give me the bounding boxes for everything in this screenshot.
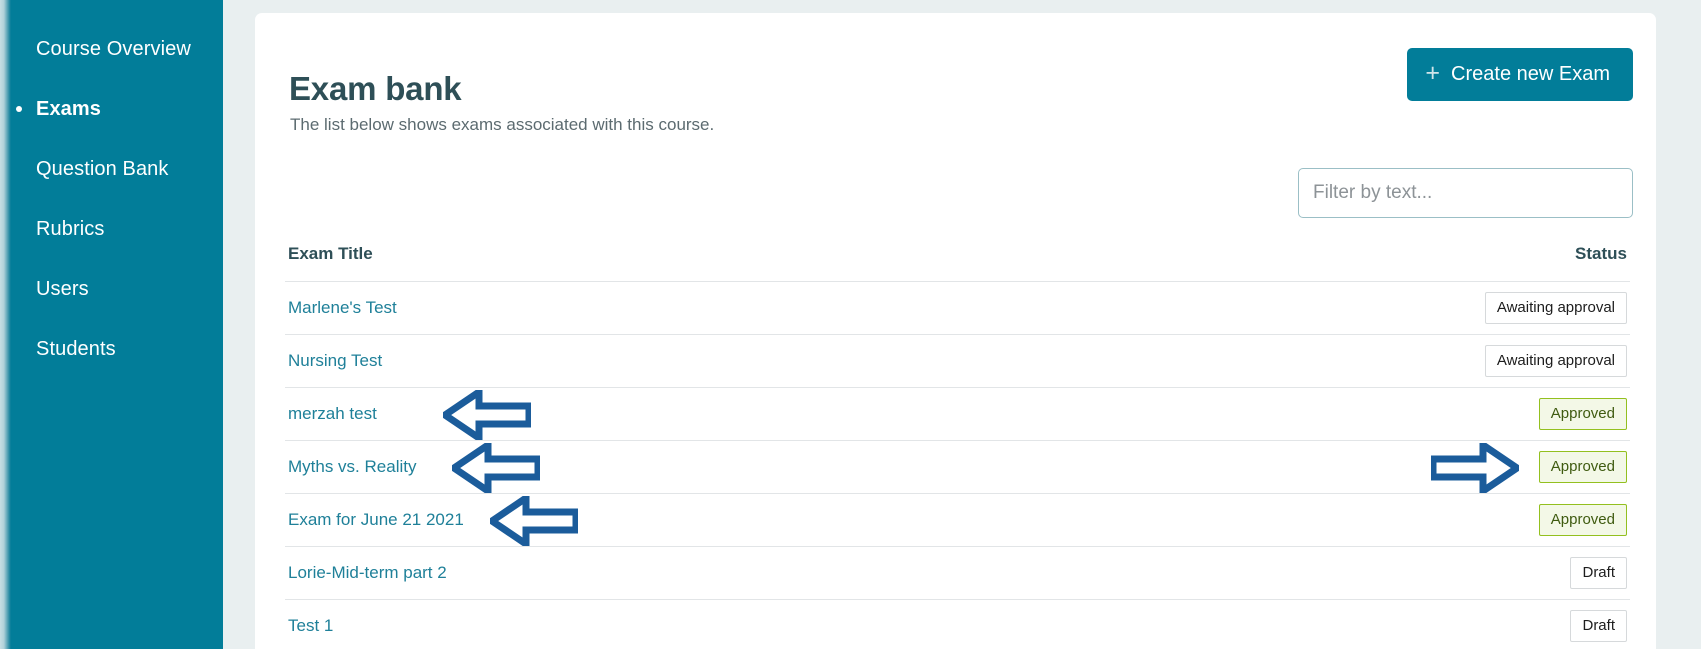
exam-title-link[interactable]: Test 1	[288, 616, 333, 636]
column-header-status: Status	[1575, 244, 1627, 263]
filter-by-text-input[interactable]	[1298, 168, 1633, 218]
sidebar-item-rubrics[interactable]: Rubrics	[0, 212, 223, 246]
status-badge: Approved	[1538, 504, 1627, 536]
sidebar-item-students[interactable]: Students	[0, 332, 223, 366]
exam-title-link[interactable]: Exam for June 21 2021	[288, 510, 464, 530]
plus-icon: +	[1425, 59, 1441, 87]
create-new-exam-button[interactable]: + Create new Exam	[1407, 48, 1633, 101]
table-row[interactable]: Lorie-Mid-term part 2 Draft	[285, 546, 1630, 599]
status-badge: Approved	[1538, 451, 1627, 483]
create-new-exam-label: Create new Exam	[1451, 63, 1610, 85]
status-badge: Approved	[1538, 398, 1627, 430]
exam-title-link[interactable]: Marlene's Test	[288, 298, 397, 318]
exam-title-link[interactable]: merzah test	[288, 404, 377, 424]
status-badge: Awaiting approval	[1484, 292, 1627, 324]
sidebar-item-label: Students	[36, 337, 116, 360]
table-row[interactable]: Exam for June 21 2021 Approved	[285, 493, 1630, 546]
status-badge: Awaiting approval	[1484, 345, 1627, 377]
status-badge: Draft	[1570, 609, 1627, 642]
main-content-card: Exam bank The list below shows exams ass…	[255, 13, 1656, 649]
sidebar-item-question-bank[interactable]: Question Bank	[0, 152, 223, 186]
sidebar-item-label: Users	[36, 277, 89, 300]
page-title: Exam bank	[289, 70, 462, 108]
sidebar-item-label: Rubrics	[36, 217, 105, 240]
sidebar-item-users[interactable]: Users	[0, 272, 223, 306]
arrow-pointing-to-exam-for-june-21-2021	[490, 496, 578, 546]
table-row[interactable]: Nursing Test Awaiting approval	[285, 334, 1630, 387]
arrow-pointing-to-approved-status-badge	[1431, 443, 1519, 493]
status-badge: Draft	[1570, 557, 1627, 589]
page-subtitle: The list below shows exams associated wi…	[290, 115, 715, 134]
table-row[interactable]: Marlene's Test Awaiting approval	[285, 281, 1630, 334]
exam-title-link[interactable]: Nursing Test	[288, 351, 382, 371]
column-header-exam-title: Exam Title	[288, 244, 373, 263]
table-row[interactable]: Test 1 Draft	[285, 599, 1630, 649]
application-window: Course Overview Exams Question Bank Rubr…	[0, 0, 1701, 649]
sidebar-item-label: Question Bank	[36, 157, 169, 180]
sidebar-item-course-overview[interactable]: Course Overview	[0, 32, 223, 66]
table-header-row: Exam Title Status	[285, 244, 1630, 281]
exam-title-link[interactable]: Myths vs. Reality	[288, 457, 416, 477]
exam-title-link[interactable]: Lorie-Mid-term part 2	[288, 563, 447, 583]
sidebar-item-label: Course Overview	[36, 37, 191, 60]
left-sidebar-navigation: Course Overview Exams Question Bank Rubr…	[0, 0, 223, 649]
arrow-pointing-to-merzah-test	[443, 390, 531, 440]
sidebar-item-exams[interactable]: Exams	[0, 92, 223, 126]
arrow-pointing-to-myths-vs-reality	[452, 443, 540, 493]
active-bullet-icon	[16, 106, 22, 112]
